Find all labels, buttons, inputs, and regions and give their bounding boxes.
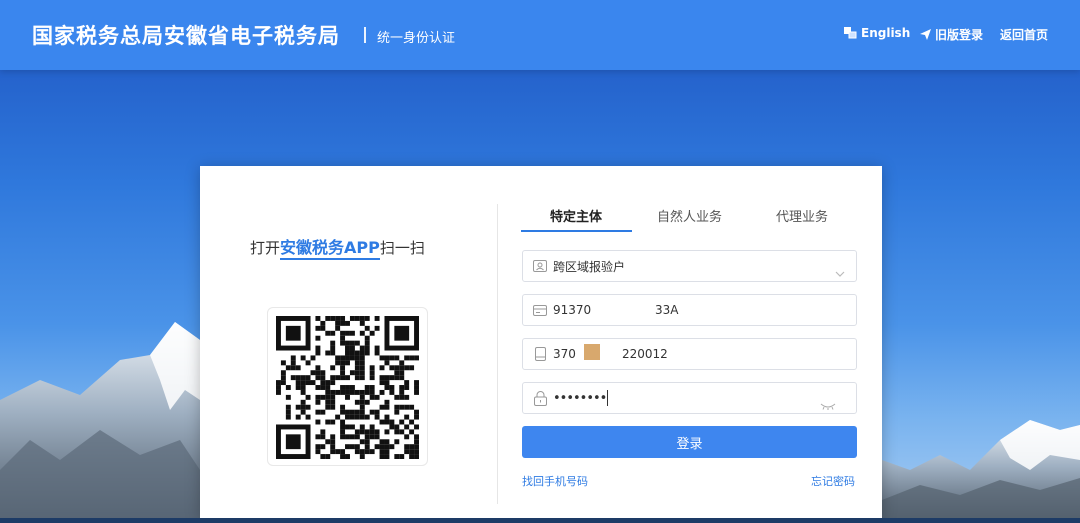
- nav-old-login-label: 旧版登录: [935, 28, 984, 42]
- account-input[interactable]: 370 220012: [522, 338, 857, 370]
- taxpayer-id-value: 91370 33A: [553, 303, 753, 317]
- nav-home-label: 返回首页: [1000, 28, 1049, 42]
- scan-prefix: 打开: [250, 239, 281, 257]
- taxpayer-id-input[interactable]: 91370 33A: [522, 294, 857, 326]
- user-card-icon: [532, 258, 548, 274]
- login-button[interactable]: 登录: [522, 426, 857, 458]
- taxpayer-type-select[interactable]: 跨区域报验户: [522, 250, 857, 282]
- password-input[interactable]: ••••••••: [522, 382, 857, 414]
- account-end: 220012: [622, 347, 668, 361]
- qr-code-container: [267, 307, 428, 466]
- tab-specific-entity[interactable]: 特定主体: [550, 206, 602, 225]
- redaction-block: [584, 344, 600, 360]
- chevron-down-icon: [835, 262, 845, 281]
- taxpayer-id-end: 33A: [655, 303, 679, 317]
- login-card: 打开安徽税务APP扫一扫 特定主体 自然人业务 代理业务 跨区域报验户 9137…: [200, 166, 882, 518]
- id-card-icon: [532, 302, 548, 318]
- globe-flag-icon: [844, 27, 857, 39]
- forgot-password-link[interactable]: 忘记密码: [811, 473, 855, 489]
- eye-closed-icon[interactable]: [820, 395, 836, 414]
- tab-agent-business[interactable]: 代理业务: [776, 206, 828, 225]
- top-header: 国家税务总局安徽省电子税务局 统一身份认证 English 旧版登录 返回首页: [0, 0, 1080, 70]
- title-divider: [364, 27, 366, 43]
- password-value: ••••••••: [553, 390, 607, 406]
- tab-natural-person[interactable]: 自然人业务: [657, 206, 722, 225]
- lock-icon: [532, 390, 548, 406]
- site-title: 国家税务总局安徽省电子税务局: [32, 24, 340, 48]
- nav-english-label: English: [861, 26, 911, 40]
- qr-code-image: [276, 316, 419, 459]
- nav-english-link[interactable]: English: [844, 26, 910, 40]
- active-tab-indicator: [521, 230, 632, 232]
- taxpayer-id-start: 91370: [553, 303, 592, 317]
- scan-app-name: 安徽税务APP: [280, 238, 380, 260]
- account-value: 370 220012: [553, 347, 753, 361]
- nav-old-login-link[interactable]: 旧版登录: [920, 26, 983, 43]
- panel-divider: [497, 204, 498, 504]
- taxpayer-type-value: 跨区域报验户: [553, 259, 626, 274]
- phone-icon: [532, 346, 548, 362]
- scan-instruction: 打开安徽税务APP扫一扫: [250, 234, 425, 260]
- text-cursor: [607, 390, 609, 406]
- nav-home-link[interactable]: 返回首页: [1000, 26, 1048, 43]
- taskbar-strip: [0, 518, 1080, 523]
- account-start: 370: [553, 347, 576, 361]
- site-subtitle: 统一身份认证: [377, 31, 456, 46]
- send-arrow-icon: [920, 29, 931, 40]
- forgot-phone-link[interactable]: 找回手机号码: [522, 473, 588, 489]
- scan-suffix: 扫一扫: [379, 239, 425, 257]
